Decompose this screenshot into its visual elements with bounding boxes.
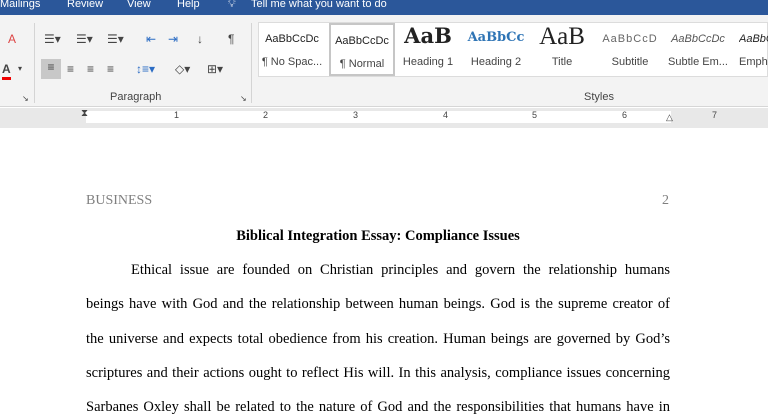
ruler-number: 7 — [712, 110, 718, 120]
chevron-down-icon[interactable]: ▾ — [18, 61, 22, 77]
style-name: Emph — [739, 56, 768, 68]
body-line: beings have with God and the relationshi… — [86, 296, 670, 312]
running-header: BUSINESS — [86, 193, 153, 208]
tab-view[interactable]: View — [127, 0, 151, 10]
dialog-launcher-icon[interactable]: ↘ — [22, 91, 29, 107]
style-heading-2[interactable]: AaBbCc Heading 2 — [463, 23, 529, 76]
shading-icon[interactable]: ◇▾ — [175, 61, 190, 77]
align-right-icon[interactable]: ≡ — [87, 61, 94, 77]
sort-icon[interactable]: ↓ — [197, 31, 203, 47]
styles-group-label: Styles — [584, 91, 614, 103]
clear-formatting-icon[interactable]: A — [8, 31, 16, 47]
font-color-icon[interactable]: A — [2, 61, 11, 80]
ribbon-tabs: Mailings Review View Help 💡︎ Tell me wha… — [0, 0, 768, 15]
numbering-icon[interactable]: ☰▾ — [76, 31, 93, 47]
divider — [34, 23, 35, 103]
style-preview: AaB — [539, 23, 585, 50]
horizontal-ruler[interactable]: 1 2 3 4 5 6 7 ⧗ △ — [0, 108, 768, 128]
tell-me-search[interactable]: Tell me what you want to do — [251, 0, 387, 10]
ribbon: A A ▾ ↘ ☰▾ ☰▾ ☰▾ ⇤ ⇥ ↓ ¶ ≡ ≡ ≡ ≡ ↕≡▾ ◇▾ … — [0, 15, 768, 107]
document-page[interactable]: BUSINESS 2 Biblical Integration Essay: C… — [0, 128, 768, 415]
style-heading-1[interactable]: AaB Heading 1 — [395, 23, 461, 76]
style-title[interactable]: AaB Title — [529, 23, 595, 76]
indent-marker-icon[interactable]: ⧗ — [81, 108, 88, 119]
body-line: Sarbanes Oxley shall be related to the n… — [86, 399, 670, 415]
ruler-number: 2 — [263, 110, 269, 120]
bullets-icon[interactable]: ☰▾ — [44, 31, 61, 47]
style-subtle-emphasis[interactable]: AaBbCcDc Subtle Em... — [665, 23, 731, 76]
dialog-launcher-icon[interactable]: ↘ — [240, 91, 247, 107]
style-preview: AaBbCc — [467, 30, 525, 45]
style-name: Title — [551, 56, 573, 68]
style-subtitle[interactable]: AaBbCcD Subtitle — [597, 23, 663, 76]
pilcrow-icon[interactable]: ¶ — [228, 31, 234, 47]
style-normal[interactable]: AaBbCcDc ¶ Normal — [329, 23, 395, 76]
style-name: Heading 1 — [402, 56, 454, 68]
body-line: the universe and expects total obedience… — [86, 331, 670, 347]
align-left-icon[interactable]: ≡ — [41, 59, 61, 79]
style-name: ¶ Normal — [339, 58, 385, 70]
style-preview: AaBbCcDc — [671, 33, 725, 45]
decrease-indent-icon[interactable]: ⇤ — [146, 31, 156, 47]
style-emphasis[interactable]: AaBbC Emph — [733, 23, 768, 76]
ruler-number: 1 — [174, 110, 180, 120]
justify-icon[interactable]: ≡ — [107, 61, 114, 77]
lightbulb-icon: 💡︎ — [228, 0, 236, 10]
style-preview: AaBbCcDc — [335, 35, 389, 47]
styles-gallery: AaBbCcDc ¶ No Spac... AaBbCcDc ¶ Normal Aa… — [258, 22, 768, 77]
paragraph-group-label: Paragraph — [110, 91, 162, 103]
ruler-number: 6 — [622, 110, 628, 120]
body-line: scriptures and their actions ought to re… — [86, 365, 670, 381]
style-preview: AaB — [404, 23, 452, 48]
style-preview: AaBbCcDc — [265, 33, 319, 45]
multilevel-list-icon[interactable]: ☰▾ — [107, 31, 124, 47]
line-spacing-icon[interactable]: ↕≡▾ — [136, 61, 155, 77]
divider — [251, 23, 252, 103]
ruler-number: 5 — [532, 110, 538, 120]
essay-title: Biblical Integration Essay: Compliance I… — [236, 228, 520, 244]
tab-review[interactable]: Review — [67, 0, 103, 10]
body-line: Ethical issue are founded on Christian p… — [131, 262, 670, 278]
style-name: Heading 2 — [470, 56, 522, 68]
tab-help[interactable]: Help — [177, 0, 200, 10]
ruler-number: 4 — [443, 110, 449, 120]
borders-icon[interactable]: ⊞▾ — [207, 61, 223, 77]
ruler-number: 3 — [353, 110, 359, 120]
right-indent-marker-icon[interactable]: △ — [666, 112, 673, 123]
style-name: Subtitle — [611, 56, 649, 68]
align-center-icon[interactable]: ≡ — [67, 61, 74, 77]
style-name: ¶ No Spac... — [261, 56, 323, 68]
style-no-spacing[interactable]: AaBbCcDc ¶ No Spac... — [259, 23, 325, 76]
style-name: Subtle Em... — [668, 56, 728, 68]
style-preview: AaBbCcD — [602, 33, 658, 45]
tab-mailings[interactable]: Mailings — [0, 0, 40, 10]
style-preview: AaBbC — [739, 33, 768, 45]
increase-indent-icon[interactable]: ⇥ — [168, 31, 178, 47]
page-number: 2 — [662, 193, 669, 208]
